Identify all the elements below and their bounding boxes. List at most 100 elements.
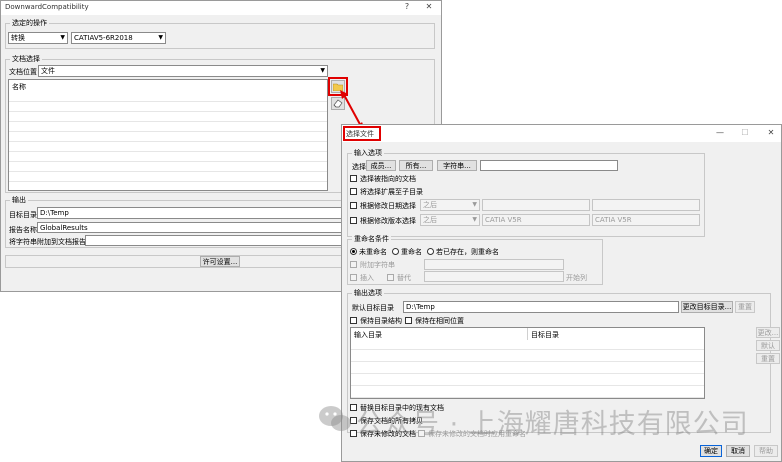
append-string-field[interactable]: [424, 259, 564, 270]
date-field-2[interactable]: [592, 199, 700, 211]
date-field[interactable]: [482, 199, 590, 211]
keep-same-location-label: 保持在相同位置: [415, 317, 464, 325]
cancel-button[interactable]: 取消: [726, 445, 750, 457]
list-row: [9, 102, 327, 112]
default-dir-label: 默认目标目录: [352, 304, 394, 312]
report-name-value: GlobalResults: [40, 224, 88, 232]
append-string-label: 附加字符串: [360, 261, 395, 269]
operation-select[interactable]: 转换 ▼: [8, 32, 68, 44]
table-row: [351, 388, 704, 398]
keep-structure-checkbox[interactable]: [350, 317, 357, 324]
rename-yes-label: 重命名: [401, 248, 422, 256]
rename-exist-radio[interactable]: [427, 248, 434, 255]
members-button[interactable]: 成员...: [366, 160, 396, 171]
target-directory-label: 目标目录: [9, 211, 37, 219]
version-value-2: CATIA V5R: [595, 216, 632, 224]
all-button[interactable]: 所有...: [399, 160, 433, 171]
start-position-label: 开始列: [566, 274, 587, 282]
append-string-checkbox[interactable]: [350, 261, 357, 268]
title-bar: 选择文件 — ☐ ✕: [342, 125, 781, 142]
by-version-checkbox[interactable]: [350, 217, 357, 224]
document-location-select[interactable]: 文件 ▼: [38, 65, 328, 77]
table-row: [351, 364, 704, 374]
chevron-down-icon: ▼: [472, 201, 477, 208]
extend-subdir-label: 将选择扩展至子目录: [360, 188, 423, 196]
version-field-2[interactable]: CATIA V5R: [592, 214, 700, 226]
side-change-button[interactable]: 更改...: [756, 327, 780, 338]
rename-yes-radio[interactable]: [392, 248, 399, 255]
dialog-title: DownwardCompatibility: [5, 3, 89, 11]
title-highlight: [343, 126, 381, 141]
document-location-value: 文件: [41, 67, 55, 75]
version-after-value: 之后: [423, 216, 437, 224]
target-directory-value: D:\Temp: [40, 209, 69, 217]
date-after-value: 之后: [423, 201, 437, 209]
by-date-checkbox[interactable]: [350, 202, 357, 209]
by-version-label: 根据修改版本选择: [360, 217, 416, 225]
by-date-label: 根据修改日期选择: [360, 202, 416, 210]
table-row: [351, 340, 704, 350]
table-row: [351, 352, 704, 362]
side-default-button[interactable]: 默认: [756, 340, 780, 351]
replace-field[interactable]: [424, 271, 564, 282]
document-list[interactable]: 名称: [8, 79, 328, 191]
chevron-down-icon: ▼: [472, 216, 477, 223]
list-row: [9, 122, 327, 132]
wechat-icon: [319, 406, 351, 431]
directory-table[interactable]: 输入目录 目标目录: [350, 327, 705, 399]
output-group-title: 输出: [10, 195, 28, 205]
string-input[interactable]: [480, 160, 618, 171]
list-row: [9, 142, 327, 152]
list-row: [9, 152, 327, 162]
document-location-label: 文档位置: [9, 68, 37, 76]
name-column-header: 名称: [12, 83, 26, 91]
side-reset-button[interactable]: 重置: [756, 353, 780, 364]
operation-group: 选定的操作: [5, 18, 435, 49]
watermark-text: 公众号 · 上海耀唐科技有限公司: [356, 409, 749, 440]
list-row: [9, 92, 327, 102]
help-button[interactable]: 帮助: [754, 445, 778, 457]
reset-dir-button[interactable]: 重置: [735, 301, 755, 313]
replace-checkbox[interactable]: [387, 274, 394, 281]
rename-exist-label: 若已存在，则重命名: [436, 248, 499, 256]
target-version-select[interactable]: CATIAV5-6R2018 ▼: [71, 32, 166, 44]
keep-same-location-checkbox[interactable]: [405, 317, 412, 324]
rename-none-radio[interactable]: [350, 248, 357, 255]
default-dir-field[interactable]: D:\Temp: [403, 301, 679, 313]
document-group-title: 文档选择: [10, 54, 42, 64]
pointed-docs-checkbox[interactable]: [350, 175, 357, 182]
ok-button[interactable]: 确定: [700, 445, 722, 457]
list-row: [9, 132, 327, 142]
minimize-icon[interactable]: —: [714, 128, 726, 137]
change-target-dir-button[interactable]: 更改目标目录...: [681, 301, 733, 313]
version-field-1[interactable]: CATIA V5R: [482, 214, 590, 226]
maximize-icon[interactable]: ☐: [739, 128, 751, 137]
pointed-docs-label: 选择被指向的文档: [360, 175, 416, 183]
version-after-select[interactable]: 之后 ▼: [420, 214, 480, 226]
keep-structure-label: 保持目录结构: [360, 317, 402, 325]
chevron-down-icon: ▼: [158, 34, 163, 41]
column-divider: [527, 328, 528, 340]
target-version-value: CATIAV5-6R2018: [74, 34, 133, 42]
help-icon[interactable]: ?: [401, 2, 413, 11]
operation-value: 转换: [11, 34, 25, 42]
suffix-label: 将字符串附加到文档报告: [9, 238, 86, 246]
target-dir-column-header: 目标目录: [531, 331, 559, 339]
rename-group-title: 重命名条件: [352, 234, 391, 244]
string-button[interactable]: 字符串...: [437, 160, 477, 171]
table-row: [351, 376, 704, 386]
default-dir-value: D:\Temp: [406, 303, 435, 311]
input-options-title: 输入选项: [352, 148, 384, 158]
chevron-down-icon: ▼: [320, 67, 325, 74]
close-icon[interactable]: ✕: [765, 128, 777, 137]
rename-none-label: 未重命名: [359, 248, 387, 256]
extend-subdir-checkbox[interactable]: [350, 188, 357, 195]
list-row: [9, 172, 327, 182]
license-settings-inner[interactable]: 许可设置...: [200, 256, 240, 267]
report-name-label: 报告名称: [9, 226, 37, 234]
insert-label: 插入: [360, 274, 374, 282]
title-bar: DownwardCompatibility ? ✕: [1, 1, 441, 15]
insert-checkbox[interactable]: [350, 274, 357, 281]
date-after-select[interactable]: 之后 ▼: [420, 199, 480, 211]
close-icon[interactable]: ✕: [423, 2, 435, 11]
